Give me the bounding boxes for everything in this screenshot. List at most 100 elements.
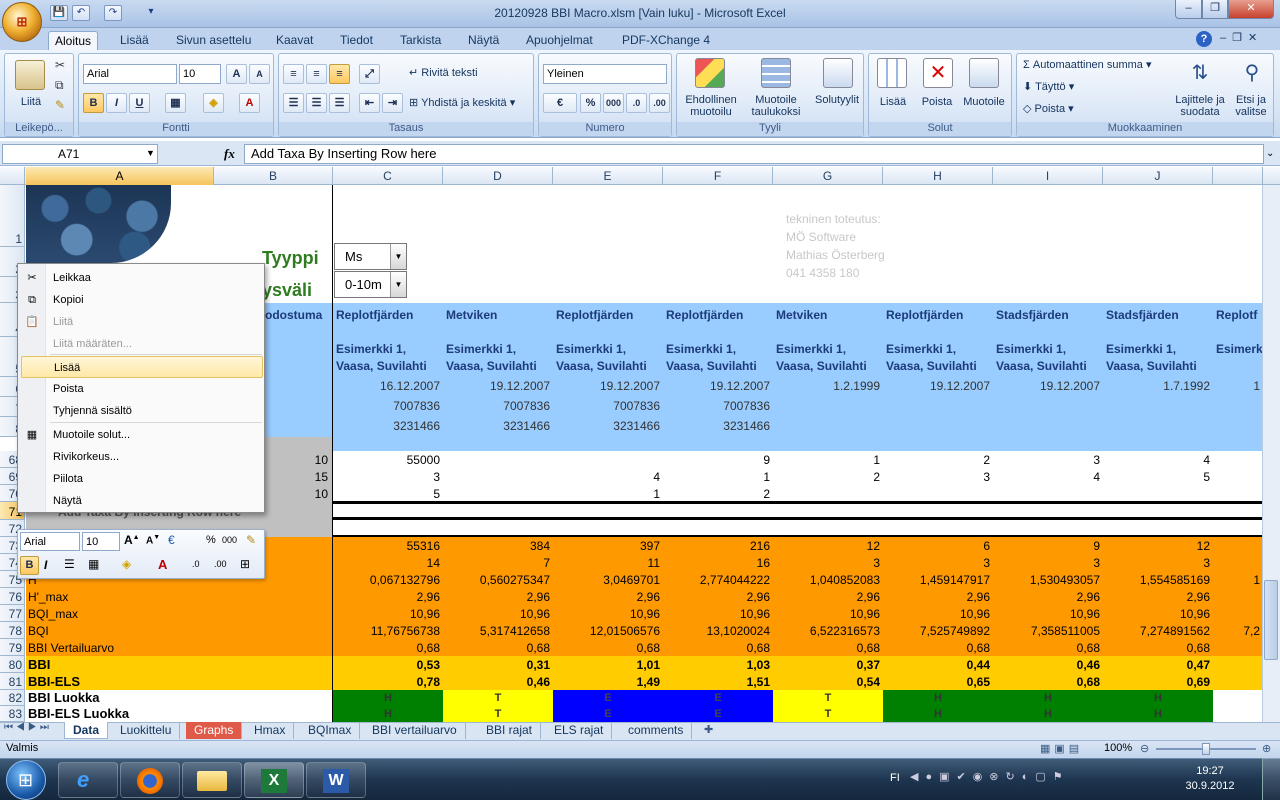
taskbar-ie[interactable]: e xyxy=(58,762,118,798)
shrink-font-button[interactable]: A xyxy=(249,64,270,84)
bbi_els-value-cell[interactable] xyxy=(1213,673,1263,691)
maximize-button[interactable]: ❐ xyxy=(1202,0,1228,19)
tab-tarkista[interactable]: Tarkista xyxy=(394,31,447,50)
taxa-count-cell[interactable]: 55000 xyxy=(333,451,443,469)
sheet-tab-bbi-vertailuarvo[interactable]: BBI vertailuarvo xyxy=(364,722,466,739)
calc-value-cell[interactable]: 7,274891562 xyxy=(1103,622,1213,640)
row-header-81[interactable]: 81 xyxy=(0,673,25,690)
calc-value-cell[interactable]: 2,96 xyxy=(883,588,993,606)
bbi-label[interactable]: BBI xyxy=(28,656,214,674)
luokka-class-cell[interactable]: E xyxy=(663,690,773,706)
bbi-value-cell[interactable]: 0,44 xyxy=(883,656,993,674)
minimize-button[interactable]: – xyxy=(1175,0,1202,19)
luokka-class-cell[interactable]: H xyxy=(883,690,993,706)
taxa-count-cell[interactable] xyxy=(443,468,553,486)
format-cells-icon[interactable] xyxy=(969,58,999,88)
els_luokka-class-cell[interactable]: H xyxy=(993,706,1103,722)
column-header-partial[interactable] xyxy=(1213,167,1263,185)
cut-icon[interactable]: ✂ xyxy=(55,58,65,72)
sheet-tab-bbi-rajat[interactable]: BBI rajat xyxy=(478,722,542,739)
column-header-d[interactable]: D xyxy=(443,167,553,185)
sheet-tab-luokittelu[interactable]: Luokittelu xyxy=(112,722,181,739)
calc-value-cell[interactable]: 13,1020024 xyxy=(663,622,773,640)
calc-value-cell[interactable]: 9 xyxy=(993,537,1103,555)
align-center-icon[interactable]: ☰ xyxy=(306,93,327,113)
calc-value-cell[interactable]: 11 xyxy=(553,554,663,572)
calc-value-cell[interactable]: 0,68 xyxy=(443,639,553,657)
coord-x-cell[interactable]: 7007836 xyxy=(443,397,553,415)
taxa-count-cell[interactable]: 1 xyxy=(663,468,773,486)
bbi_els-value-cell[interactable]: 1,49 xyxy=(553,673,663,691)
calc-value-cell[interactable]: 1,554585169 xyxy=(1103,571,1213,589)
els_luokka-class-cell[interactable]: H xyxy=(333,706,443,722)
show-desktop-button[interactable] xyxy=(1262,758,1280,800)
decrease-decimal-icon[interactable]: .00 xyxy=(649,93,670,113)
bbi-value-cell[interactable]: 0,47 xyxy=(1103,656,1213,674)
calc-value-cell[interactable]: 55316 xyxy=(333,537,443,555)
luokka-label[interactable]: BBI Luokka xyxy=(28,690,214,706)
calc-value-cell[interactable] xyxy=(1213,639,1263,657)
bbi-value-cell[interactable]: 0,53 xyxy=(333,656,443,674)
vertical-scroll-thumb[interactable] xyxy=(1264,580,1278,660)
calc-value-cell[interactable]: 7,525749892 xyxy=(883,622,993,640)
row-header-1[interactable]: 1 xyxy=(0,185,25,247)
calc-value-cell[interactable]: 16 xyxy=(663,554,773,572)
calc-value-cell[interactable]: 5,317412658 xyxy=(443,622,553,640)
format-painter-icon[interactable]: ✎ xyxy=(55,98,65,112)
column-header-h[interactable]: H xyxy=(883,167,993,185)
format-as-table-icon[interactable] xyxy=(761,58,791,88)
calc-label[interactable]: BQI xyxy=(28,622,214,640)
els_luokka-class-cell[interactable]: H xyxy=(883,706,993,722)
bbi-value-cell[interactable]: 1,01 xyxy=(553,656,663,674)
calc-label[interactable]: BBI Vertailuarvo xyxy=(28,639,214,657)
thousands-button[interactable]: 000 xyxy=(603,93,624,113)
paste-icon[interactable] xyxy=(15,60,45,90)
date-cell[interactable]: 1 xyxy=(1213,377,1263,395)
coord-y-cell[interactable]: 3231466 xyxy=(443,417,553,435)
insert-cells-button[interactable]: Lisää xyxy=(871,96,915,108)
coord-y-cell[interactable]: 3231466 xyxy=(553,417,663,435)
els_luokka-class-cell[interactable] xyxy=(1213,706,1263,722)
fill-color-icon[interactable]: ◈ xyxy=(203,93,224,113)
calc-value-cell[interactable] xyxy=(1213,537,1263,555)
font-name-box[interactable]: Arial xyxy=(83,64,177,84)
align-bottom-icon[interactable]: ≡ xyxy=(329,64,350,84)
calc-value-cell[interactable]: 14 xyxy=(333,554,443,572)
calc-value-cell[interactable]: 3 xyxy=(883,554,993,572)
workbook-window-controls[interactable]: –❐✕ xyxy=(1220,31,1263,44)
calc-value-cell[interactable]: 1,459147917 xyxy=(883,571,993,589)
align-right-icon[interactable]: ☰ xyxy=(329,93,350,113)
sheet-tab-bqimax[interactable]: BQImax xyxy=(300,722,361,739)
align-top-icon[interactable]: ≡ xyxy=(283,64,304,84)
calc-value-cell[interactable]: 10,96 xyxy=(663,605,773,623)
calc-label[interactable]: H'_max xyxy=(28,588,214,606)
taxa-count-cell[interactable]: 4 xyxy=(1103,451,1213,469)
bold-button[interactable]: B xyxy=(83,93,104,113)
context-menu-item-kopioi[interactable]: ⧉ Kopioi xyxy=(21,289,263,311)
context-menu-item-poista[interactable]: Poista xyxy=(21,378,263,400)
calc-value-cell[interactable]: 0,68 xyxy=(1103,639,1213,657)
calc-value-cell[interactable]: 3 xyxy=(1103,554,1213,572)
calc-value-cell[interactable]: 3,0469701 xyxy=(553,571,663,589)
tab-nayta[interactable]: Näytä xyxy=(462,31,505,50)
sort-filter-icon[interactable]: ⇅ xyxy=(1185,58,1215,88)
sheet-tab-comments[interactable]: comments xyxy=(620,722,693,739)
calc-value-cell[interactable]: 10,96 xyxy=(883,605,993,623)
bbi_els-value-cell[interactable]: 0,78 xyxy=(333,673,443,691)
luokka-class-cell[interactable]: E xyxy=(553,690,663,706)
calc-value-cell[interactable]: 3 xyxy=(773,554,883,572)
sheet-tab-data[interactable]: Data xyxy=(64,722,109,739)
mini-borders-icon[interactable]: ▦ xyxy=(88,557,99,571)
luokka-class-cell[interactable] xyxy=(1213,690,1263,706)
conditional-format-button[interactable]: Ehdollinen muotoilu xyxy=(679,94,743,118)
mini-currency-icon[interactable]: € xyxy=(168,533,175,547)
mini-grow-font-icon[interactable]: A▲ xyxy=(124,533,140,547)
zoom-out-icon[interactable]: ⊖ xyxy=(1140,742,1149,755)
tab-lisaa[interactable]: Lisää xyxy=(114,31,155,50)
taxa-count-cell[interactable] xyxy=(883,485,993,503)
coord-x-cell[interactable] xyxy=(773,397,883,415)
coord-x-cell[interactable] xyxy=(993,397,1103,415)
calc-value-cell[interactable]: 6,522316573 xyxy=(773,622,883,640)
start-button[interactable]: ⊞ xyxy=(6,760,46,800)
column-header-c[interactable]: C xyxy=(333,167,443,185)
